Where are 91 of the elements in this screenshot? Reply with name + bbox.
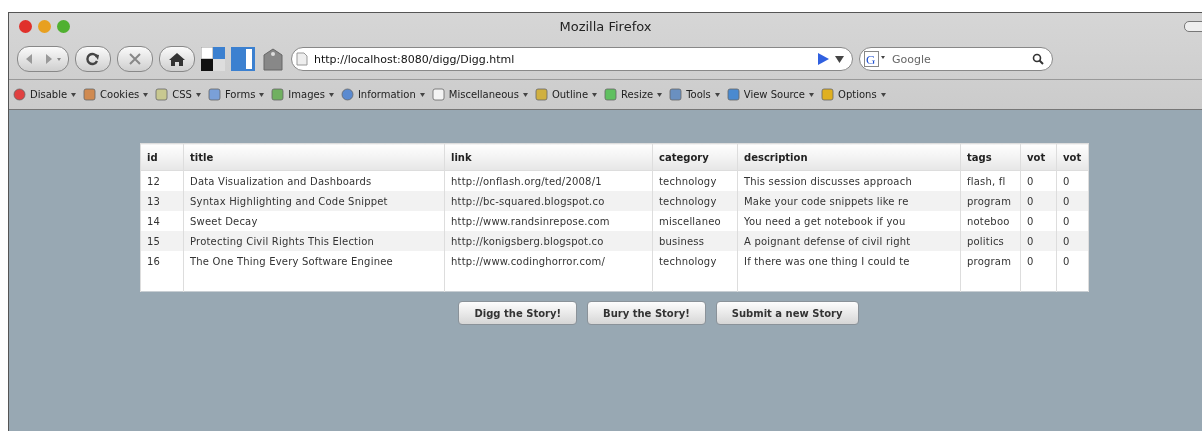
toolbar-menu[interactable]: Images: [271, 88, 334, 101]
table-cell: If there was one thing I could te: [737, 251, 961, 271]
menu-icon: [431, 88, 445, 101]
menu-icon: [13, 88, 26, 101]
table-cell: Syntax Highlighting and Code Snippet: [183, 191, 445, 211]
caret-icon: [71, 92, 77, 97]
table-cell: politics: [960, 231, 1021, 251]
toolbar-menu[interactable]: Disable: [13, 88, 77, 101]
story-button[interactable]: Bury the Story!: [587, 301, 706, 325]
column-header[interactable]: category: [652, 143, 738, 171]
close-icon: [126, 52, 144, 66]
table-cell: 13: [140, 191, 184, 211]
column-header[interactable]: title: [183, 143, 445, 171]
table-cell: 0: [1056, 251, 1089, 271]
toolbar-menu[interactable]: Cookies: [83, 88, 149, 101]
toolbar-menu[interactable]: CSS: [155, 88, 201, 101]
play-icon[interactable]: [817, 53, 829, 65]
table-cell: http://www.codinghorror.com/: [444, 251, 653, 271]
table-cell: The One Thing Every Software Enginee: [183, 251, 445, 271]
table-cell: 16: [140, 251, 184, 271]
column-header[interactable]: description: [737, 143, 961, 171]
table-cell: 15: [140, 231, 184, 251]
close-button[interactable]: [19, 19, 32, 33]
caret-icon[interactable]: [835, 55, 844, 63]
toolbar-menu[interactable]: Miscellaneous: [431, 88, 528, 101]
table-cell: Protecting Civil Rights This Election: [183, 231, 445, 251]
caret-icon: [195, 92, 201, 97]
table-cell: business: [652, 231, 738, 251]
reload-icon: [84, 52, 102, 66]
caret-icon: [259, 92, 265, 97]
caret-icon: [809, 92, 815, 97]
house-icon: [168, 52, 186, 66]
table-cell: program: [960, 251, 1021, 271]
menu-icon: [534, 88, 548, 101]
table-cell: http://bc-squared.blogspot.co: [444, 191, 653, 211]
checkered-icon[interactable]: [201, 47, 225, 71]
menu-icon: [271, 88, 285, 101]
window-title: Mozilla Firefox: [559, 18, 652, 34]
column-header[interactable]: link: [444, 143, 653, 171]
toolbar-toggle-button[interactable]: [1184, 21, 1202, 32]
table-cell: technology: [652, 251, 738, 271]
table-cell: 0: [1020, 191, 1057, 211]
table-cell: http://konigsberg.blogspot.co: [444, 231, 653, 251]
caret-icon: [143, 92, 149, 97]
menu-icon: [207, 88, 221, 101]
toolbar-menu[interactable]: Information: [340, 88, 425, 101]
table-cell: technology: [652, 191, 738, 211]
stop-button[interactable]: [117, 46, 153, 72]
panel-icon[interactable]: [231, 47, 255, 71]
table-cell: 0: [1020, 231, 1057, 251]
search-icon[interactable]: [1032, 53, 1044, 65]
tag-icon[interactable]: [261, 47, 285, 71]
table-cell: 0: [1056, 191, 1089, 211]
caret-icon: [880, 92, 886, 97]
menu-icon: [155, 88, 169, 101]
search-field[interactable]: G Google: [859, 47, 1053, 71]
toolbar-menu[interactable]: Resize: [604, 88, 663, 101]
table-cell: program: [960, 191, 1021, 211]
caret-icon: [657, 92, 663, 97]
story-button[interactable]: Digg the Story!: [458, 301, 578, 325]
toolbar-menu[interactable]: Options: [821, 88, 886, 101]
reload-button[interactable]: [75, 46, 111, 72]
toolbar-menu[interactable]: View Source: [726, 88, 815, 101]
menu-icon: [83, 88, 97, 101]
toolbar-menu[interactable]: Outline: [534, 88, 598, 101]
caret-icon: [714, 92, 720, 97]
table-cell: Make your code snippets like re: [737, 191, 961, 211]
table-cell: 0: [1020, 251, 1057, 271]
story-button[interactable]: Submit a new Story: [715, 301, 859, 325]
arrow-icon: [24, 53, 62, 65]
back-forward-button[interactable]: [17, 46, 69, 72]
toolbar-menu[interactable]: Tools: [669, 88, 720, 101]
column-header[interactable]: vot: [1056, 143, 1089, 171]
menu-icon: [821, 88, 835, 101]
table-cell: 0: [1056, 231, 1089, 251]
column-header[interactable]: tags: [960, 143, 1021, 171]
address-field[interactable]: http://localhost:8080/digg/Digg.html: [291, 47, 853, 71]
column-header[interactable]: id: [140, 143, 184, 171]
page-icon: [296, 52, 308, 66]
menu-icon: [726, 88, 740, 101]
caret-icon: [522, 92, 528, 97]
toolbar-menu[interactable]: Forms: [207, 88, 265, 101]
caret-icon: [328, 92, 334, 97]
menu-icon: [604, 88, 618, 101]
menu-icon: [669, 88, 683, 101]
caret-icon: [419, 92, 425, 97]
home-button[interactable]: [159, 46, 195, 72]
column-header[interactable]: vot: [1020, 143, 1057, 171]
table-cell: A poignant defense of civil right: [737, 231, 961, 251]
menu-icon: [340, 88, 354, 101]
caret-icon: [592, 92, 598, 97]
